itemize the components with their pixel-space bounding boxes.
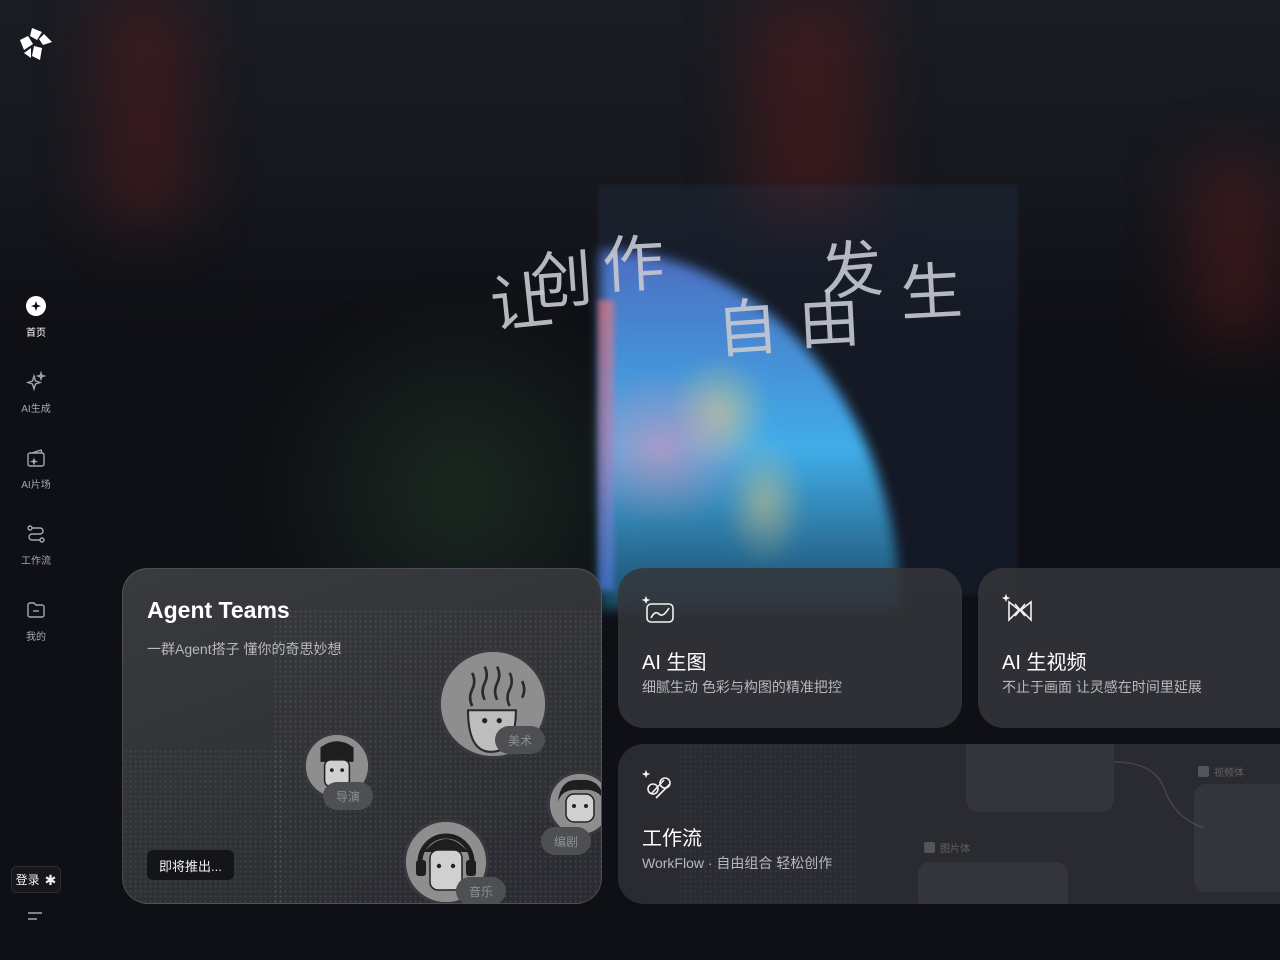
agent-teams-card[interactable]: Agent Teams 一群Agent搭子 懂你的奇思妙想 美术 导演 编剧 音… (122, 568, 602, 904)
sidebar-item-home[interactable]: 首页 (0, 294, 72, 339)
ai-image-card[interactable]: AI 生图 细腻生动 色彩与构图的精准把控 (618, 568, 962, 728)
workflow-ghost-node (1194, 784, 1280, 892)
image-node-icon (924, 842, 935, 853)
hero-char: 自 (713, 289, 781, 368)
workflow-ghost-tag: 视频体 (1198, 764, 1244, 779)
card-title: AI 生视频 (1002, 652, 1087, 674)
coming-soon-button[interactable]: 即将推出... (147, 850, 234, 880)
card-subtitle: 一群Agent搭子 懂你的奇思妙想 (147, 641, 342, 657)
asterisk-icon: ✱ (44, 871, 57, 888)
sidebar-item-label: 我的 (26, 632, 46, 643)
role-badge: 美术 (495, 726, 546, 754)
ai-video-icon (1001, 592, 1038, 628)
card-title: 工作流 (642, 828, 702, 850)
studio-icon (24, 446, 48, 470)
menu-icon[interactable] (26, 908, 46, 924)
login-label: 登录 (15, 873, 40, 887)
role-badge: 音乐 (456, 877, 507, 903)
sidebar-item-label: 工作流 (21, 556, 51, 567)
dot-texture (123, 749, 283, 903)
sparkle-icon (24, 370, 48, 394)
ai-image-icon (641, 592, 678, 628)
workflow-ghost-node (918, 862, 1068, 904)
sidebar-item-label: AI片场 (21, 480, 51, 491)
role-badge: 导演 (323, 782, 374, 810)
dot-texture (678, 744, 858, 904)
hero-headline: 让 创 作 自 由 发 生 (480, 200, 1000, 380)
sidebar-item-workflow[interactable]: 工作流 (0, 522, 72, 567)
sidebar-item-ai-generate[interactable]: AI生成 (0, 370, 72, 415)
hero-char: 作 (600, 226, 667, 303)
folder-icon (24, 598, 48, 622)
card-subtitle: 细腻生动 色彩与构图的精准把控 (642, 679, 842, 695)
sidebar-item-ai-studio[interactable]: AI片场 (0, 446, 72, 491)
sidebar-item-label: 首页 (26, 328, 46, 339)
sidebar-item-label: AI生成 (21, 404, 51, 415)
sidebar-item-mine[interactable]: 我的 (0, 598, 72, 643)
workflow-ghost-node (966, 744, 1114, 812)
hero-char: 创 (527, 241, 595, 320)
app-logo[interactable] (18, 26, 54, 62)
card-subtitle: 不止于画面 让灵感在时间里延展 (1002, 679, 1202, 695)
video-node-icon (1198, 766, 1209, 777)
role-badge: 编剧 (541, 827, 592, 855)
workflow-card[interactable]: 图片体 视频体 工作流 WorkFlow · 自由组合 轻松创作 (618, 744, 1280, 904)
workflow-ghost-connector (1114, 761, 1204, 829)
hero-char: 发 (817, 231, 886, 310)
workflow-card-icon (641, 768, 678, 804)
card-title: Agent Teams (147, 597, 290, 623)
home-icon (24, 294, 48, 318)
card-subtitle: WorkFlow · 自由组合 轻松创作 (642, 855, 833, 871)
workflow-ghost-tag-label: 图片体 (940, 844, 970, 855)
login-button[interactable]: 登录 ✱ (11, 866, 61, 893)
red-light-streak (1190, 160, 1280, 340)
sidebar: 首页 AI生成 AI片场 工作流 我的 登录 ✱ (0, 0, 72, 960)
hero-char: 生 (898, 254, 965, 331)
workflow-ghost-tag: 图片体 (924, 840, 970, 855)
card-title: AI 生图 (642, 652, 707, 674)
red-light-streak (100, 0, 190, 220)
ai-video-card[interactable]: AI 生视频 不止于画面 让灵感在时间里延展 (978, 568, 1280, 728)
workflow-ghost-tag-label: 视频体 (1214, 768, 1244, 779)
workflow-icon (24, 522, 48, 546)
